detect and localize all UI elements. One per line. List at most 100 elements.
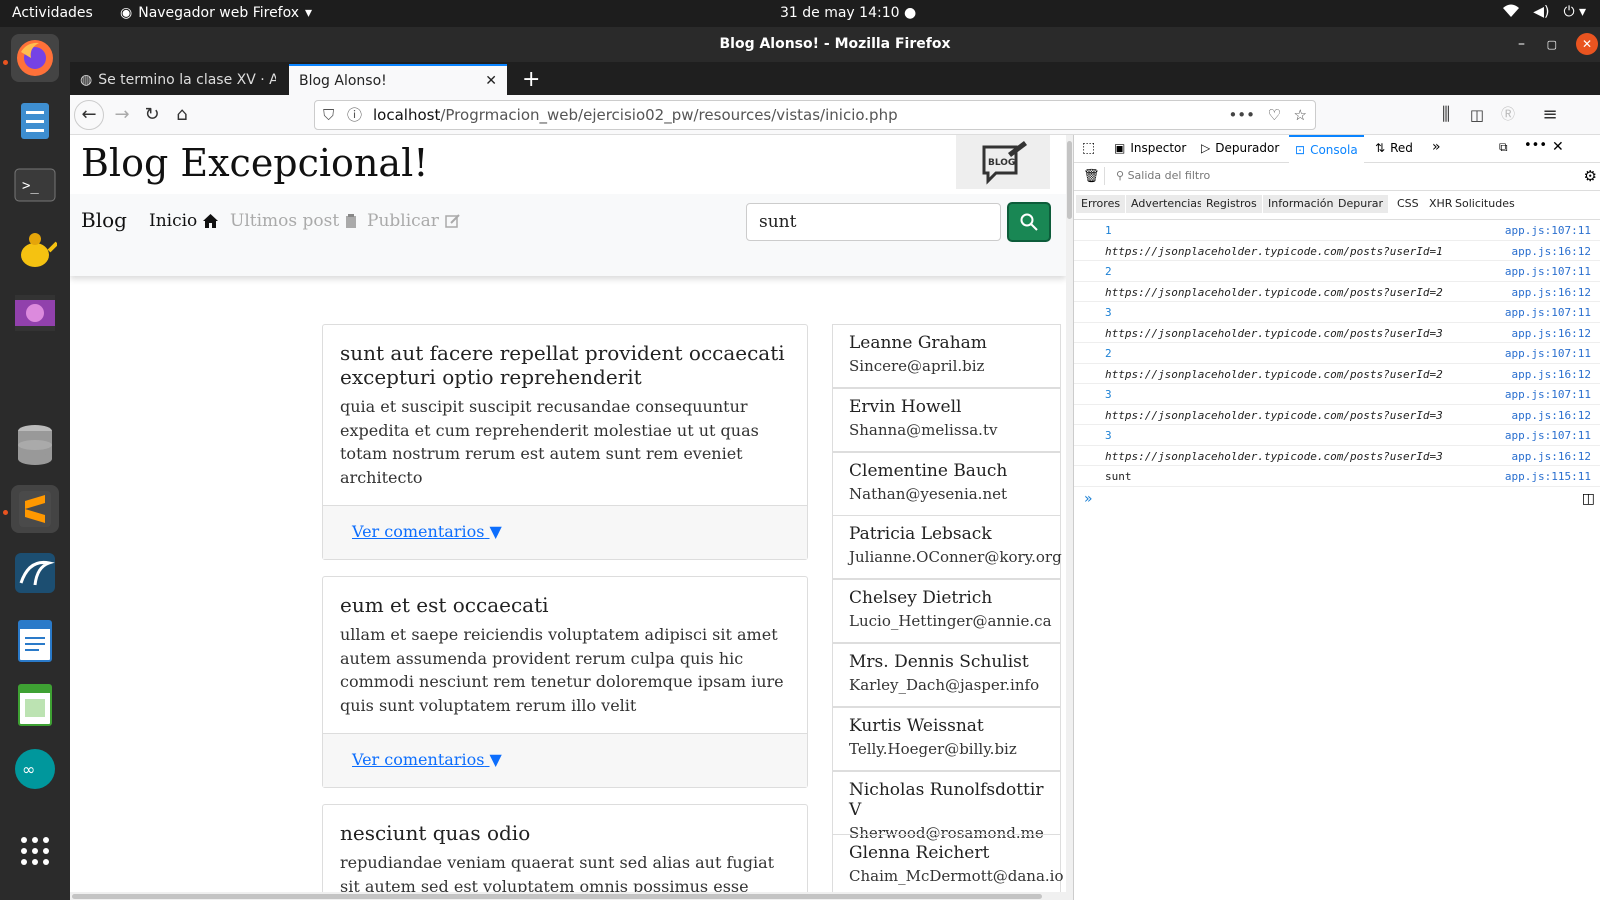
minimize-icon[interactable]: – [1518, 27, 1525, 62]
vertical-scrollbar[interactable] [1066, 135, 1073, 900]
firefox-icon[interactable] [11, 34, 59, 82]
terminal-icon[interactable]: >_ [11, 161, 59, 209]
back-icon[interactable]: ← [74, 100, 104, 130]
tracking-shield-icon[interactable]: ⛉ [323, 101, 334, 129]
tab-active[interactable]: Blog Alonso! ✕ [289, 64, 507, 95]
user-list-item[interactable]: Nicholas Runolfsdottir V Sherwood@rosamon… [832, 770, 1061, 842]
log-source-link[interactable]: app.js:16:12 [1512, 286, 1591, 299]
user-name: Nicholas Runolfsdottir V [849, 779, 1044, 820]
user-name: Ervin Howell [849, 396, 962, 417]
nav-link-inicio[interactable]: Inicio [149, 211, 219, 231]
user-list-item[interactable]: Ervin Howell Shanna@melissa.tv [832, 387, 1061, 452]
filter-información[interactable]: Información [1263, 195, 1339, 213]
url-host: localhost [373, 106, 441, 124]
database-icon[interactable] [11, 421, 59, 469]
console-input[interactable]: » ◫ [1074, 489, 1600, 513]
reload-icon[interactable]: ↻ [138, 103, 166, 127]
page-actions-icon[interactable]: ••• [1228, 101, 1255, 129]
nav-link-ultimos-post[interactable]: Ultimos post [230, 211, 357, 231]
files-icon[interactable] [11, 97, 59, 145]
scrollbar-thumb[interactable] [72, 894, 1042, 899]
tab-debugger[interactable]: ▷ Depurador [1201, 141, 1279, 155]
post-body: repudiandae veniam quaerat sunt sed alia… [340, 853, 775, 896]
user-list-item[interactable]: Leanne Graham Sincere@april.biz [832, 324, 1061, 388]
tab-inspector[interactable]: ▣ Inspector [1114, 141, 1186, 155]
search-input[interactable] [746, 203, 1001, 241]
editor-mode-icon[interactable]: ◫ [1582, 491, 1595, 507]
console-message: https://jsonplaceholder.typicode.com/pos… [1074, 323, 1600, 343]
close-window-icon[interactable]: ✕ [1576, 33, 1598, 55]
console-message: sunt app.js:115:11 [1074, 466, 1600, 487]
clock[interactable]: 31 de may 14:10 ● [780, 5, 916, 21]
more-tabs-icon[interactable]: » [1432, 139, 1441, 155]
home-icon[interactable]: ⌂ [168, 103, 196, 127]
element-picker-icon[interactable]: ⬚ [1082, 140, 1095, 156]
log-source-link[interactable]: app.js:16:12 [1512, 409, 1591, 422]
user-list-item[interactable]: Mrs. Dennis Schulist Karley_Dach@jasper.i… [832, 643, 1061, 707]
filter-errores[interactable]: Errores [1076, 195, 1126, 213]
account-icon[interactable]: Ⓡ [1494, 103, 1522, 127]
user-name: Patricia Lebsack [849, 524, 992, 545]
sidebar-toggle-icon[interactable]: ◫ [1463, 103, 1491, 127]
filter-registros[interactable]: Registros [1201, 195, 1262, 213]
filter-solicitudes[interactable]: Solicitudes [1450, 195, 1520, 213]
user-list-item[interactable]: Glenna Reichert Chaim_McDermott@dana.io [832, 834, 1064, 899]
log-source-link[interactable]: app.js:107:11 [1505, 306, 1591, 319]
log-source-link[interactable]: app.js:107:11 [1505, 347, 1591, 360]
log-source-link[interactable]: app.js:107:11 [1505, 265, 1591, 278]
sublime-text-icon[interactable] [11, 485, 59, 533]
filter-input[interactable]: ⚲ Salida del filtro [1116, 169, 1210, 182]
hamburger-menu-icon[interactable]: ≡ [1536, 103, 1564, 127]
video-editor-icon[interactable] [11, 289, 59, 337]
system-tray[interactable]: ◀) ⏻ ▾ [1503, 4, 1586, 22]
new-tab-icon[interactable]: + [512, 64, 550, 95]
close-tab-icon[interactable]: ✕ [485, 73, 497, 89]
bookmark-star-icon[interactable]: ☆ [1294, 101, 1307, 129]
log-source-link[interactable]: app.js:16:12 [1512, 368, 1591, 381]
library-icon[interactable]: ⫼ [1432, 103, 1460, 127]
log-source-link[interactable]: app.js:115:11 [1505, 470, 1591, 483]
nav-link-publicar[interactable]: Publicar [367, 211, 460, 231]
horizontal-scrollbar[interactable] [70, 892, 1066, 900]
show-apps-icon[interactable] [11, 827, 59, 875]
pocket-icon[interactable]: ♡ [1268, 101, 1281, 129]
forward-icon[interactable]: → [108, 103, 136, 127]
activities-button[interactable]: Actividades [12, 5, 93, 21]
navbar-brand[interactable]: Blog [81, 208, 127, 232]
trash-icon[interactable]: 🗑 [1083, 169, 1100, 184]
view-comments-link[interactable]: Ver comentarios ▼ [352, 750, 502, 769]
tab-console[interactable]: ⊡ Consola [1289, 135, 1364, 163]
log-source-link[interactable]: app.js:16:12 [1512, 327, 1591, 340]
log-source-link[interactable]: app.js:16:12 [1512, 450, 1591, 463]
filter-css[interactable]: CSS [1392, 195, 1424, 213]
tab-network[interactable]: ⇅ Red [1375, 141, 1413, 155]
dock-side-icon[interactable]: ⧉ [1499, 140, 1508, 155]
options-menu-icon[interactable]: ••• [1524, 138, 1547, 153]
search-button[interactable] [1007, 202, 1051, 242]
maximize-icon[interactable]: ▢ [1547, 27, 1557, 62]
calc-icon[interactable] [11, 681, 59, 729]
log-source-link[interactable]: app.js:107:11 [1505, 224, 1591, 237]
post-title: eum et est occaecati [340, 593, 549, 617]
app-menu[interactable]: ◉ Navegador web Firefox ▾ [120, 5, 312, 21]
writer-icon[interactable] [11, 617, 59, 665]
scrollbar-thumb[interactable] [1067, 141, 1072, 219]
filter-depurar[interactable]: Depurar [1333, 195, 1388, 213]
tab-inactive[interactable]: ◍ Se termino la clase XV · A [70, 64, 286, 95]
user-list-item[interactable]: Kurtis Weissnat Telly.Hoeger@billy.biz [832, 706, 1061, 771]
log-source-link[interactable]: app.js:107:11 [1505, 388, 1591, 401]
user-list-item[interactable]: Chelsey Dietrich Lucio_Hettinger@annie.ca [832, 579, 1061, 644]
log-source-link[interactable]: app.js:16:12 [1512, 245, 1591, 258]
url-bar[interactable]: ⛉ ⓘ localhost/Progrmacion_web/ejercisio0… [314, 100, 1316, 130]
user-list-item[interactable]: Patricia Lebsack Julianne.OConner@kory.or… [832, 515, 1062, 580]
site-info-icon[interactable]: ⓘ [347, 101, 362, 129]
close-devtools-icon[interactable]: ✕ [1552, 139, 1564, 155]
filter-advertencias[interactable]: Advertencias [1126, 195, 1208, 213]
teapot-icon[interactable] [11, 225, 59, 273]
user-list-item[interactable]: Clementine Bauch Nathan@yesenia.net [832, 451, 1061, 516]
mysql-workbench-icon[interactable] [11, 549, 59, 597]
view-comments-link[interactable]: Ver comentarios ▼ [352, 522, 502, 541]
settings-icon[interactable]: ⚙ [1584, 167, 1597, 185]
log-source-link[interactable]: app.js:107:11 [1505, 429, 1591, 442]
arduino-icon[interactable]: ∞ [11, 745, 59, 793]
